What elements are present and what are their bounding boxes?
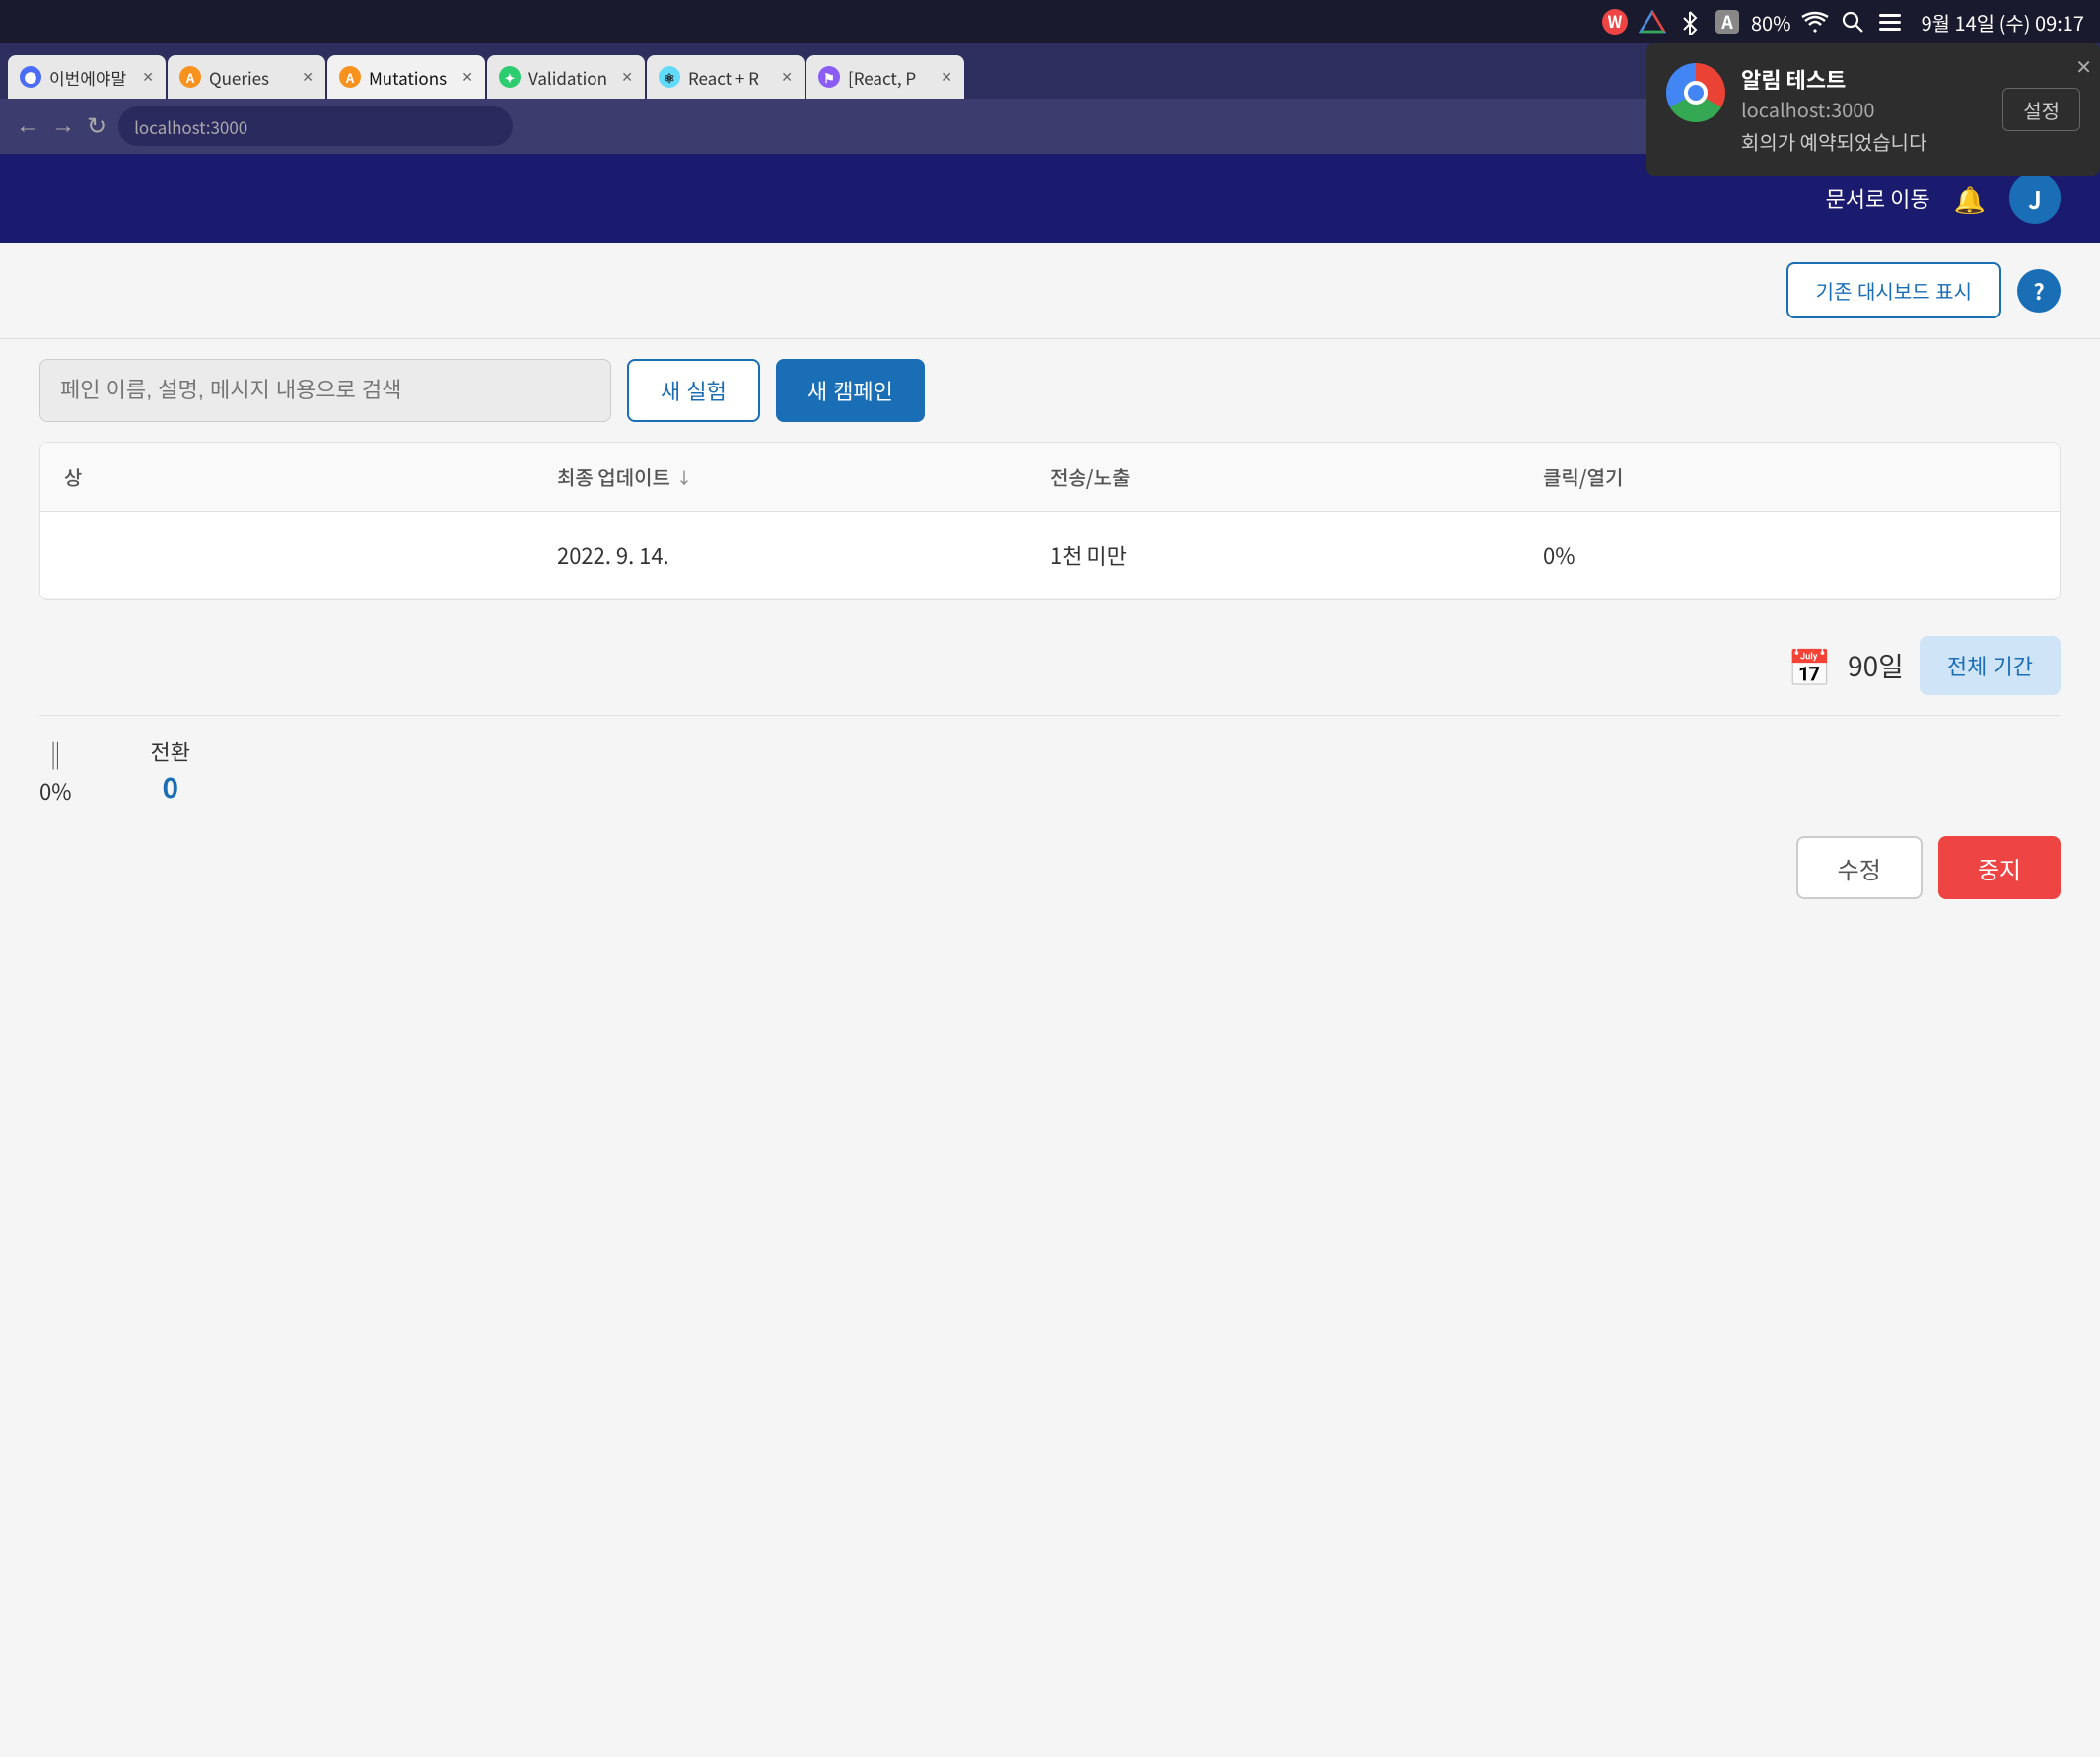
stats-row: ‖ 0% 전환 0 (0, 716, 2100, 807)
system-bar: W A 80% (0, 0, 2100, 43)
svg-text:A: A (1720, 9, 1733, 35)
datetime-display: 9월 14일 (수) 09:17 (1922, 8, 2084, 36)
text-icon: A (1714, 8, 1741, 35)
cell-name (64, 539, 557, 571)
back-button[interactable]: ← (16, 112, 39, 140)
tab-item-1[interactable]: ● 이번에야말 ✕ (8, 55, 166, 99)
bluetooth-icon (1676, 8, 1704, 35)
cell-click-open: 0% (1543, 539, 2036, 571)
notification-popup: 알림 테스트 localhost:3000 회의가 예약되었습니다 설정 ✕ (1646, 43, 2100, 176)
tab2-close[interactable]: ✕ (302, 67, 314, 87)
col-header-click-open: 클릭/열기 (1543, 462, 2036, 491)
calendar-icon: 📅 (1787, 640, 1832, 691)
new-experiment-button[interactable]: 새 실험 (627, 359, 760, 422)
notification-bell-icon[interactable]: 🔔 (1954, 180, 1986, 217)
notification-settings-button[interactable]: 설정 (2002, 88, 2080, 131)
conversion-value: 0 (162, 767, 178, 807)
tab-item-6[interactable]: ⚑ [React, P ✕ (806, 55, 964, 99)
drive-icon (1639, 8, 1666, 35)
campaign-table: 상 최종 업데이트 ↓ 전송/노출 클릭/열기 2022. 9. 14. 1천 … (39, 442, 2061, 600)
tab2-favicon: A (179, 66, 201, 88)
table-header: 상 최종 업데이트 ↓ 전송/노출 클릭/열기 (40, 443, 2060, 512)
forward-button[interactable]: → (51, 112, 75, 140)
sort-icon: ↓ (676, 465, 692, 489)
tab5-favicon: ⚛ (659, 66, 680, 88)
tab3-label: Mutations (369, 65, 447, 90)
campaign-search-input[interactable] (39, 359, 611, 422)
chrome-inner-circle (1684, 81, 1708, 105)
col-header-last-updated[interactable]: 최종 업데이트 ↓ (557, 462, 1050, 491)
go-to-docs-link[interactable]: 문서로 이동 (1825, 182, 1929, 214)
address-bar[interactable]: localhost:3000 (134, 114, 247, 139)
system-icons: W A 80% (1601, 8, 2084, 36)
notification-title: 알림 테스트 (1741, 63, 1987, 95)
chrome-icon (1666, 63, 1725, 122)
header-right: 문서로 이동 🔔 J (1825, 173, 2061, 224)
date-filter-bar: 📅 90일 전체 기간 (0, 616, 2100, 715)
help-button[interactable]: ? (2017, 269, 2061, 313)
col-header-send-exposure: 전송/노출 (1050, 462, 1543, 491)
stat-conversion-icon: ‖ 0% (39, 736, 71, 807)
tab1-close[interactable]: ✕ (142, 67, 154, 87)
main-content: 문서로 이동 🔔 J 기존 대시보드 표시 ? 새 실험 새 캠페인 상 최종 … (0, 154, 2100, 1757)
wechat-icon: W (1601, 8, 1629, 35)
all-period-button[interactable]: 전체 기간 (1920, 636, 2061, 695)
tab1-favicon: ● (20, 66, 41, 88)
notification-close-button[interactable]: ✕ (2075, 51, 2092, 80)
svg-text:W: W (1608, 9, 1623, 33)
user-avatar[interactable]: J (2009, 173, 2061, 224)
new-campaign-button[interactable]: 새 캠페인 (776, 359, 925, 422)
tab-item-3[interactable]: A Mutations ✕ (327, 55, 485, 99)
tab5-label: React + R (688, 65, 759, 90)
tab6-close[interactable]: ✕ (941, 67, 952, 87)
notification-content: 알림 테스트 localhost:3000 회의가 예약되었습니다 (1741, 63, 1987, 156)
tab-item-5[interactable]: ⚛ React + R ✕ (647, 55, 805, 99)
system-prefs-icon[interactable] (1876, 8, 1904, 35)
bar-chart-icon: ‖ (41, 736, 69, 775)
tab2-label: Queries (209, 65, 269, 90)
notification-url: localhost:3000 (1741, 95, 1987, 123)
notification-message: 회의가 예약되었습니다 (1741, 127, 1987, 156)
edit-button[interactable]: 수정 (1796, 836, 1923, 899)
show-dashboard-button[interactable]: 기존 대시보드 표시 (1786, 262, 2001, 318)
tab3-close[interactable]: ✕ (461, 67, 473, 87)
tab1-label: 이번에야말 (49, 65, 126, 90)
tab-item-4[interactable]: ✦ Validation ✕ (487, 55, 645, 99)
wifi-icon (1801, 8, 1829, 35)
stat-conversion-pct: 0% (39, 775, 71, 807)
tab-item-2[interactable]: A Queries ✕ (168, 55, 325, 99)
col-header-name: 상 (64, 462, 557, 491)
conversion-label: 전환 (150, 736, 189, 767)
stop-button[interactable]: 중지 (1938, 836, 2061, 899)
sub-toolbar: 기존 대시보드 표시 ? (0, 243, 2100, 339)
content-area: 새 실험 새 캠페인 상 최종 업데이트 ↓ 전송/노출 클릭/열기 (0, 339, 2100, 929)
tab4-close[interactable]: ✕ (621, 67, 633, 87)
tab5-close[interactable]: ✕ (781, 67, 793, 87)
cell-last-updated: 2022. 9. 14. (557, 539, 1050, 571)
battery-status: 80% (1751, 8, 1791, 36)
days-label: 90일 (1848, 646, 1904, 685)
table-row[interactable]: 2022. 9. 14. 1천 미만 0% (40, 512, 2060, 599)
tab6-label: [React, P (848, 65, 916, 90)
tab6-favicon: ⚑ (818, 66, 840, 88)
tab4-favicon: ✦ (499, 66, 521, 88)
reload-button[interactable]: ↻ (87, 112, 106, 141)
system-search-icon[interactable] (1839, 8, 1866, 35)
stat-conversion-count: 전환 0 (150, 736, 189, 807)
tab3-favicon: A (339, 66, 361, 88)
search-action-bar: 새 실험 새 캠페인 (0, 339, 2100, 442)
bottom-action-buttons: 수정 중지 (0, 807, 2100, 929)
cell-send-exposure: 1천 미만 (1050, 539, 1543, 571)
tab4-label: Validation (528, 65, 607, 90)
